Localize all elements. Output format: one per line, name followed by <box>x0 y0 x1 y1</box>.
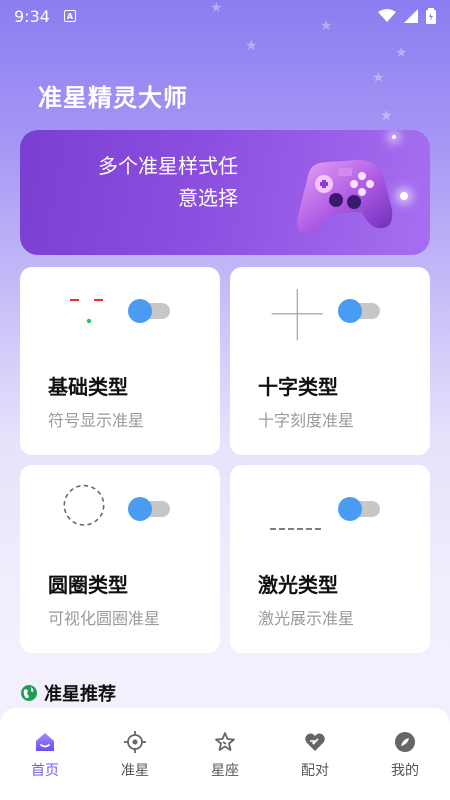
card-subtitle: 符号显示准星 <box>48 411 145 430</box>
profile-icon <box>395 732 415 752</box>
crosshair-card-circle[interactable]: 圆圈类型 可视化圆圈准星 <box>20 465 220 653</box>
sparkle-icon <box>400 192 408 200</box>
tab-label: 我的 <box>391 763 419 779</box>
decor-star-icon: ★ <box>372 70 385 86</box>
toggle-knob <box>338 497 362 521</box>
crosshair-card-laser[interactable]: 激光类型 激光展示准星 <box>230 465 430 653</box>
cross-crosshair-icon <box>271 289 323 341</box>
card-title: 圆圈类型 <box>48 573 128 597</box>
globe-icon <box>21 685 37 701</box>
tab-constellation[interactable]: 星座 <box>195 730 255 800</box>
laser-crosshair-icon <box>270 528 322 530</box>
basic-type-toggle[interactable] <box>128 299 172 323</box>
wifi-icon <box>378 9 396 22</box>
banner-text: 多个准星样式任 意选择 <box>58 150 238 214</box>
toggle-knob <box>128 497 152 521</box>
card-subtitle: 激光展示准星 <box>258 609 355 628</box>
heart-icon <box>305 733 325 751</box>
cross-type-toggle[interactable] <box>338 299 382 323</box>
tab-profile[interactable]: 我的 <box>375 730 435 800</box>
section-header-recommend: 准星推荐 <box>20 680 116 706</box>
tab-crosshair[interactable]: 准星 <box>105 730 165 800</box>
banner-line-1: 多个准星样式任 <box>98 154 238 178</box>
crosshair-card-cross[interactable]: 十字类型 十字刻度准星 <box>230 267 430 455</box>
dot-crosshair-icon <box>70 299 103 324</box>
tab-label: 准星 <box>121 763 149 779</box>
card-title: 十字类型 <box>258 375 338 399</box>
section-title: 准星推荐 <box>44 684 116 705</box>
tab-home[interactable]: 首页 <box>15 730 75 800</box>
toggle-knob <box>128 299 152 323</box>
decor-star-icon: ★ <box>245 38 258 54</box>
status-time: 9:34 <box>14 6 50 26</box>
banner-line-2: 意选择 <box>178 186 238 210</box>
app-title: 准星精灵大师 <box>38 84 188 112</box>
status-icons <box>378 8 436 24</box>
tab-label: 星座 <box>211 763 239 779</box>
signal-icon <box>404 9 418 23</box>
decor-star-icon: ★ <box>210 0 223 16</box>
decor-star-icon: ★ <box>320 18 333 34</box>
decor-star-icon: ★ <box>395 45 408 61</box>
status-bar: 9:34 A <box>0 0 450 32</box>
battery-icon <box>426 8 436 24</box>
card-title: 激光类型 <box>258 573 338 597</box>
bottom-tab-bar: 首页 准星 星座 配对 我的 <box>0 708 450 800</box>
circle-crosshair-icon <box>63 484 105 526</box>
constellation-icon <box>215 732 235 751</box>
toggle-knob <box>338 299 362 323</box>
tab-match[interactable]: 配对 <box>285 730 345 800</box>
circle-type-toggle[interactable] <box>128 497 172 521</box>
card-subtitle: 十字刻度准星 <box>258 411 355 430</box>
tab-label: 配对 <box>301 763 329 779</box>
accessibility-badge-icon: A <box>63 10 76 22</box>
card-title: 基础类型 <box>48 375 128 399</box>
gamepad-icon <box>297 160 393 234</box>
laser-type-toggle[interactable] <box>338 497 382 521</box>
tab-label: 首页 <box>31 763 59 779</box>
promo-banner[interactable]: 多个准星样式任 意选择 <box>20 130 430 255</box>
card-subtitle: 可视化圆圈准星 <box>48 609 161 628</box>
home-icon <box>36 733 54 751</box>
crosshair-card-basic[interactable]: 基础类型 符号显示准星 <box>20 267 220 455</box>
crosshair-icon <box>124 731 146 753</box>
decor-star-icon: ★ <box>380 108 393 124</box>
